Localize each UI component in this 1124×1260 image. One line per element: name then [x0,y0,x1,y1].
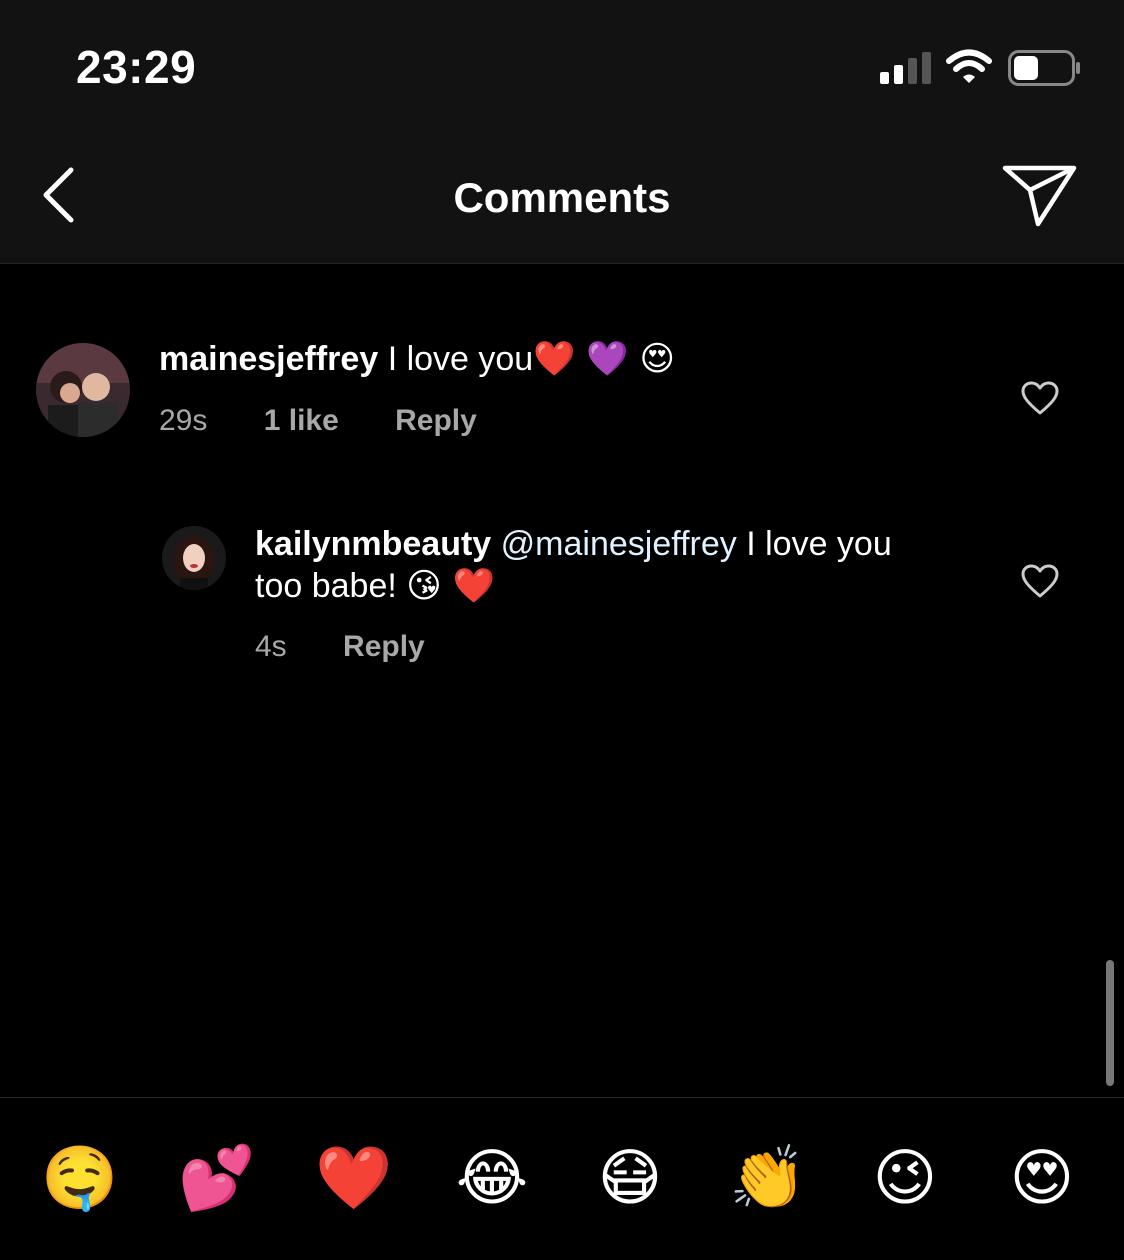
comment-body-1: mainesjeffrey I love you❤️ 💜 😍 [159,338,999,380]
wifi-icon [946,49,992,83]
emoji-two-hearts-button[interactable]: 💕 [177,1138,257,1218]
share-direct-button[interactable] [1000,160,1080,230]
like-heart-icon[interactable] [1020,380,1060,416]
emoji-red-heart-button[interactable]: ❤️ [314,1138,394,1218]
comment-text-line2: too babe! [255,567,397,605]
avatar-mainesjeffrey[interactable] [36,343,130,437]
mention-link[interactable]: @mainesjeffrey [501,525,737,563]
emoji-tears-of-joy-button[interactable]: 😂 [452,1138,532,1218]
like-heart-icon[interactable] [1020,563,1060,599]
comment-emojis: ❤️ 💜 😍 [533,339,675,379]
comment-meta-2: 4s Reply [255,630,473,664]
comment-username[interactable]: mainesjeffrey [159,340,378,378]
emoji-wink-button[interactable]: 😉 [865,1138,945,1218]
comment-timestamp: 4s [255,630,287,663]
comment-meta-1: 29s 1 like Reply [159,404,525,438]
comment-timestamp: 29s [159,404,208,437]
reply-button[interactable]: Reply [343,630,425,663]
comment-body-2: kailynmbeauty @mainesjeffrey I love you … [255,523,995,607]
scrollbar[interactable] [1106,960,1114,1086]
emoji-clapping-button[interactable]: 👏 [728,1138,808,1218]
page-title: Comments [453,174,671,221]
battery-icon [1008,50,1080,86]
comment-text: I love you [387,340,534,378]
emoji-heart-eyes-button[interactable]: 😍 [1002,1138,1082,1218]
likes-count-link[interactable]: 1 like [264,404,339,437]
avatar-kailynmbeauty[interactable] [162,526,226,590]
status-time: 23:29 [76,41,197,93]
emoji-drooling-button[interactable]: 🤤 [40,1138,120,1218]
nav-bar: Comments [0,130,1124,264]
comment-username[interactable]: kailynmbeauty [255,525,491,563]
comment-emojis: 😘 ❤️ [406,566,495,606]
comment-text-line1: I love you [746,525,892,563]
reply-button[interactable]: Reply [395,404,477,437]
emoji-bar: 🤤 💕 ❤️ 😂 😷 👏 😉 😍 [0,1097,1124,1260]
cellular-signal-icon [880,52,931,84]
status-bar: 23:29 [0,0,1124,130]
emoji-mask-button[interactable]: 😷 [590,1138,670,1218]
